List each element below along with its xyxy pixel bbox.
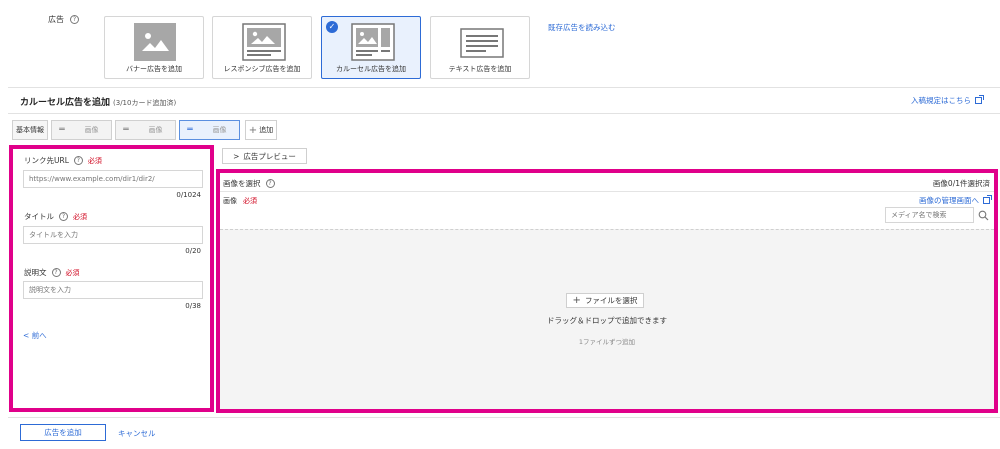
image-select-panel: 画像を選択 ? 画像0/1件選択済 画像 必須 画像の管理画面へ + ファイルを… [216, 169, 998, 413]
help-icon[interactable]: ? [265, 179, 275, 188]
required-badge: 必須 [73, 212, 87, 221]
ad-type-label: テキスト広告を追加 [448, 65, 512, 73]
drop-instruction: ドラッグ＆ドロップで追加できます [547, 316, 667, 325]
check-icon: ✓ [326, 21, 338, 33]
ad-section-label: 広告 ? [48, 14, 79, 25]
entry-rules-link[interactable]: 入稿規定はこちら [911, 95, 984, 106]
ad-type-label: カルーセル広告を追加 [336, 65, 406, 73]
drop-hint: 1ファイルずつ追加 [578, 338, 636, 346]
drag-handle-icon[interactable]: ═ [52, 125, 72, 135]
card-count-text: (3/10カード追加済) [113, 99, 177, 107]
image-selected-count: 画像0/1件選択済 [932, 179, 990, 188]
chevron-right-icon: > [233, 151, 240, 161]
image-management-text[interactable]: 画像の管理画面へ [919, 195, 979, 206]
url-input[interactable] [23, 170, 203, 188]
file-drop-zone[interactable]: + ファイルを選択 ドラッグ＆ドロップで追加できます 1ファイルずつ追加 [220, 229, 994, 409]
required-badge: 必須 [65, 268, 80, 277]
divider [8, 417, 1000, 418]
previous-link-text[interactable]: 前へ [32, 331, 47, 340]
media-search-input[interactable] [885, 207, 974, 223]
ad-type-responsive[interactable]: レスポンシブ広告を追加 [212, 16, 312, 79]
image-field-label: 画像 必須 [223, 196, 257, 206]
banner-image-icon [134, 23, 176, 61]
ad-type-text[interactable]: テキスト広告を追加 [430, 16, 530, 79]
ad-type-banner[interactable]: バナー広告を追加 [104, 16, 204, 79]
plus-icon: + [572, 295, 581, 306]
description-field-label: 説明文 ? 必須 [24, 267, 80, 278]
description-char-counter: 0/38 [185, 302, 201, 310]
tab-image-3[interactable]: ═ 画像 [179, 120, 240, 140]
add-card-button[interactable]: + 追加 [245, 120, 277, 140]
url-field-label: リンク先URL ? 必須 [24, 155, 102, 166]
ad-preview-button[interactable]: > 広告プレビュー [222, 148, 307, 164]
required-badge: 必須 [243, 197, 257, 205]
title-field-label: タイトル ? 必須 [24, 211, 87, 222]
title-label-text: タイトル [24, 212, 54, 221]
help-icon[interactable]: ? [59, 212, 68, 221]
divider [8, 113, 1000, 114]
ad-type-label: バナー広告を追加 [126, 65, 182, 73]
help-icon[interactable]: ? [51, 268, 61, 277]
divider [220, 191, 994, 192]
help-icon[interactable]: ? [70, 15, 79, 24]
ad-preview-label: 広告プレビュー [243, 151, 296, 161]
drag-handle-icon[interactable]: ═ [116, 125, 136, 135]
external-link-icon [975, 95, 984, 104]
tab-basic-info[interactable]: 基本情報 [12, 120, 48, 140]
ad-label-text: 広告 [48, 15, 64, 24]
cancel-link[interactable]: キャンセル [118, 428, 156, 439]
tab-image-2[interactable]: ═ 画像 [115, 120, 176, 140]
select-file-label: ファイルを選択 [584, 296, 638, 305]
ad-type-label: レスポンシブ広告を追加 [223, 65, 301, 73]
carousel-ad-icon [351, 23, 395, 61]
image-select-title-text: 画像を選択 [223, 179, 261, 188]
title-char-counter: 0/20 [185, 247, 201, 255]
required-badge: 必須 [87, 156, 102, 165]
tab-image-label: 画像 [212, 126, 227, 134]
chevron-left-icon: < [23, 331, 30, 340]
add-card-label: 追加 [259, 126, 274, 134]
select-file-button[interactable]: + ファイルを選択 [566, 293, 644, 308]
tab-image-label: 画像 [84, 126, 99, 134]
drag-handle-icon[interactable]: ═ [180, 125, 200, 135]
search-icon[interactable] [978, 210, 989, 221]
entry-rules-text[interactable]: 入稿規定はこちら [911, 95, 971, 106]
card-form-panel: リンク先URL ? 必須 0/1024 タイトル ? 必須 0/20 説明文 ?… [9, 145, 214, 412]
help-icon[interactable]: ? [73, 156, 83, 165]
plus-icon: + [248, 124, 258, 136]
tab-image-label: 画像 [148, 126, 163, 134]
responsive-ad-icon [242, 23, 286, 61]
text-ad-icon [460, 28, 504, 58]
load-existing-ad-link[interactable]: 既存広告を読み込む [548, 22, 616, 33]
title-input[interactable] [23, 226, 203, 244]
tab-image-1[interactable]: ═ 画像 [51, 120, 112, 140]
section-title-text: カルーセル広告を追加 [20, 98, 111, 108]
image-label-text: 画像 [223, 197, 237, 205]
previous-link[interactable]: < 前へ [23, 330, 47, 341]
description-input[interactable] [23, 281, 203, 299]
divider [8, 87, 1000, 88]
url-char-counter: 0/1024 [176, 191, 201, 199]
section-title: カルーセル広告を追加 (3/10カード追加済) [20, 95, 176, 108]
description-label-text: 説明文 [24, 268, 47, 277]
url-label-text: リンク先URL [24, 156, 69, 165]
add-ad-button[interactable]: 広告を追加 [20, 424, 106, 441]
image-management-link[interactable]: 画像の管理画面へ [919, 195, 992, 206]
external-link-icon [983, 195, 992, 204]
image-select-title: 画像を選択 ? [223, 178, 275, 189]
ad-type-carousel[interactable]: ✓ カルーセル広告を追加 [321, 16, 421, 79]
